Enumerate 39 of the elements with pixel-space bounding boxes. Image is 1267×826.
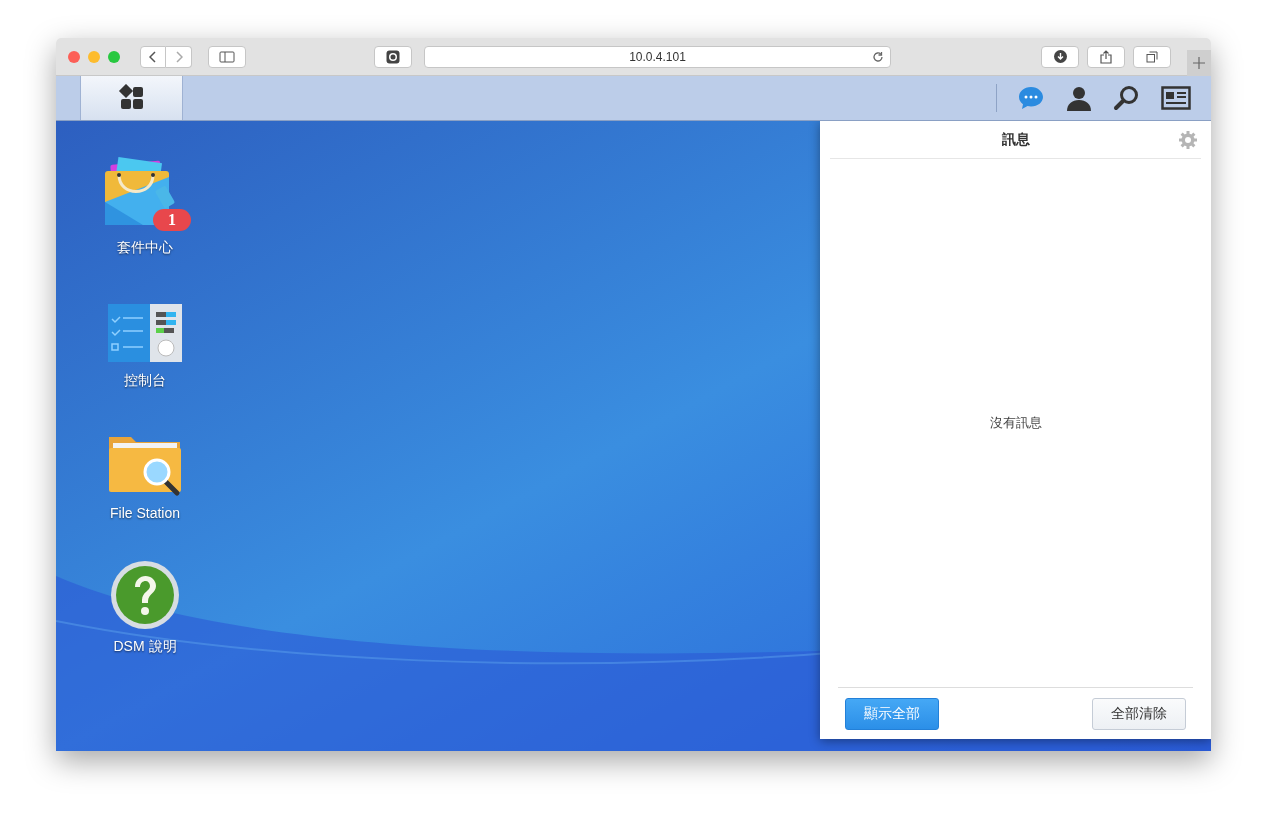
app-label[interactable]: File Station <box>109 503 180 524</box>
plus-icon <box>1193 57 1205 69</box>
apps-grid-icon <box>117 84 146 112</box>
app-label[interactable]: 控制台 <box>124 370 166 391</box>
maximize-icon[interactable] <box>108 50 120 63</box>
empty-message: 沒有訊息 <box>989 414 1042 433</box>
downloads-button[interactable] <box>1041 45 1079 68</box>
search-icon[interactable] <box>1113 85 1141 111</box>
share-icon <box>1100 49 1112 64</box>
show-all-button[interactable]: 顯示全部 <box>845 697 939 730</box>
close-icon[interactable] <box>68 50 80 63</box>
control-panel-icon <box>108 304 182 364</box>
address-bar[interactable]: 10.0.4.101 <box>424 45 891 68</box>
panel-title: 訊息 <box>1001 130 1030 149</box>
minimize-icon[interactable] <box>88 50 100 63</box>
reload-icon[interactable] <box>872 50 884 63</box>
forward-button[interactable] <box>166 45 192 68</box>
app-label[interactable]: 套件中心 <box>117 237 173 258</box>
help-icon <box>110 560 180 630</box>
eye-icon <box>386 49 400 64</box>
sidebar-button[interactable] <box>208 45 246 68</box>
main-menu-button[interactable] <box>80 76 183 120</box>
badge-count: 1 <box>168 210 176 230</box>
tabs-icon <box>1146 50 1158 63</box>
app-label[interactable]: DSM 說明 <box>113 636 177 657</box>
sidebar-icon <box>219 50 235 63</box>
user-icon[interactable] <box>1065 85 1093 111</box>
tabs-button[interactable] <box>1133 45 1171 68</box>
notifications-icon[interactable] <box>1017 85 1045 111</box>
back-button[interactable] <box>140 45 166 68</box>
chevron-left-icon <box>149 50 157 63</box>
clear-all-button[interactable]: 全部清除 <box>1092 697 1186 730</box>
new-tab-button[interactable] <box>1187 50 1211 76</box>
privacy-button[interactable] <box>374 45 412 68</box>
download-icon <box>1053 50 1067 63</box>
url-text: 10.0.4.101 <box>629 48 686 66</box>
share-button[interactable] <box>1087 45 1125 68</box>
settings-icon[interactable] <box>1179 131 1197 149</box>
chevron-right-icon <box>174 50 183 63</box>
